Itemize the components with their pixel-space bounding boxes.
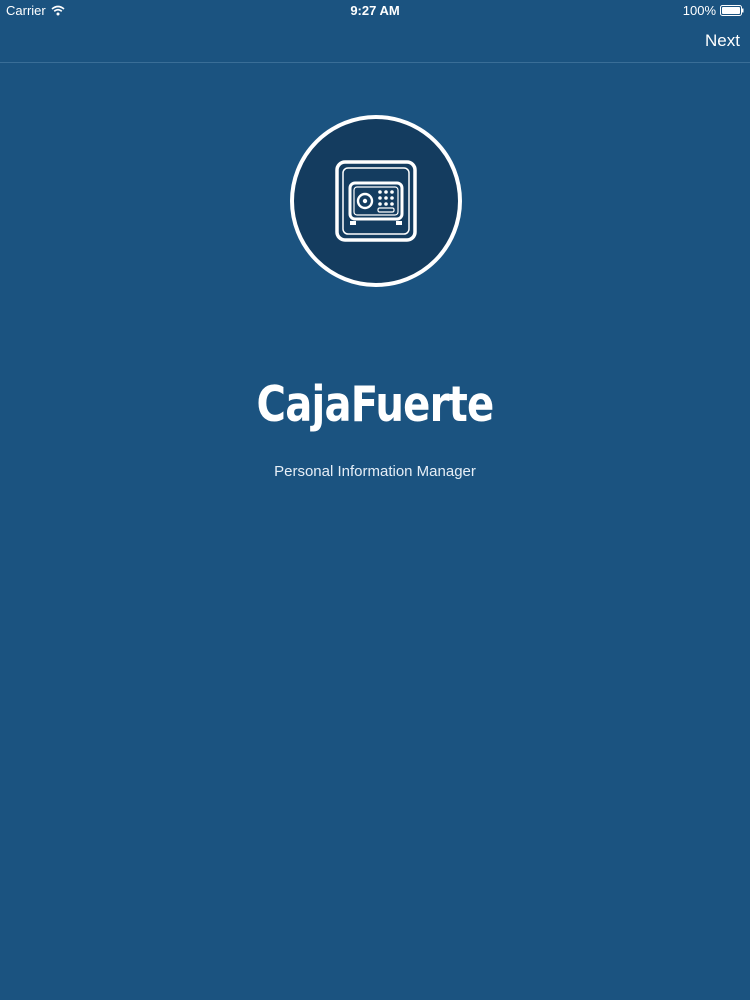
app-logo: [290, 115, 462, 287]
battery-icon: [720, 5, 744, 16]
status-bar: Carrier 9:27 AM 100%: [0, 0, 750, 22]
navigation-bar: Next: [0, 22, 750, 63]
status-time: 9:27 AM: [350, 3, 400, 18]
next-button[interactable]: Next: [705, 31, 740, 51]
status-battery-group: 100%: [683, 3, 744, 18]
battery-percent: 100%: [682, 3, 716, 18]
app-title: CajaFuerte: [256, 376, 495, 433]
app-subtitle: Personal Information Manager: [274, 463, 476, 480]
safe-icon: [335, 160, 417, 242]
